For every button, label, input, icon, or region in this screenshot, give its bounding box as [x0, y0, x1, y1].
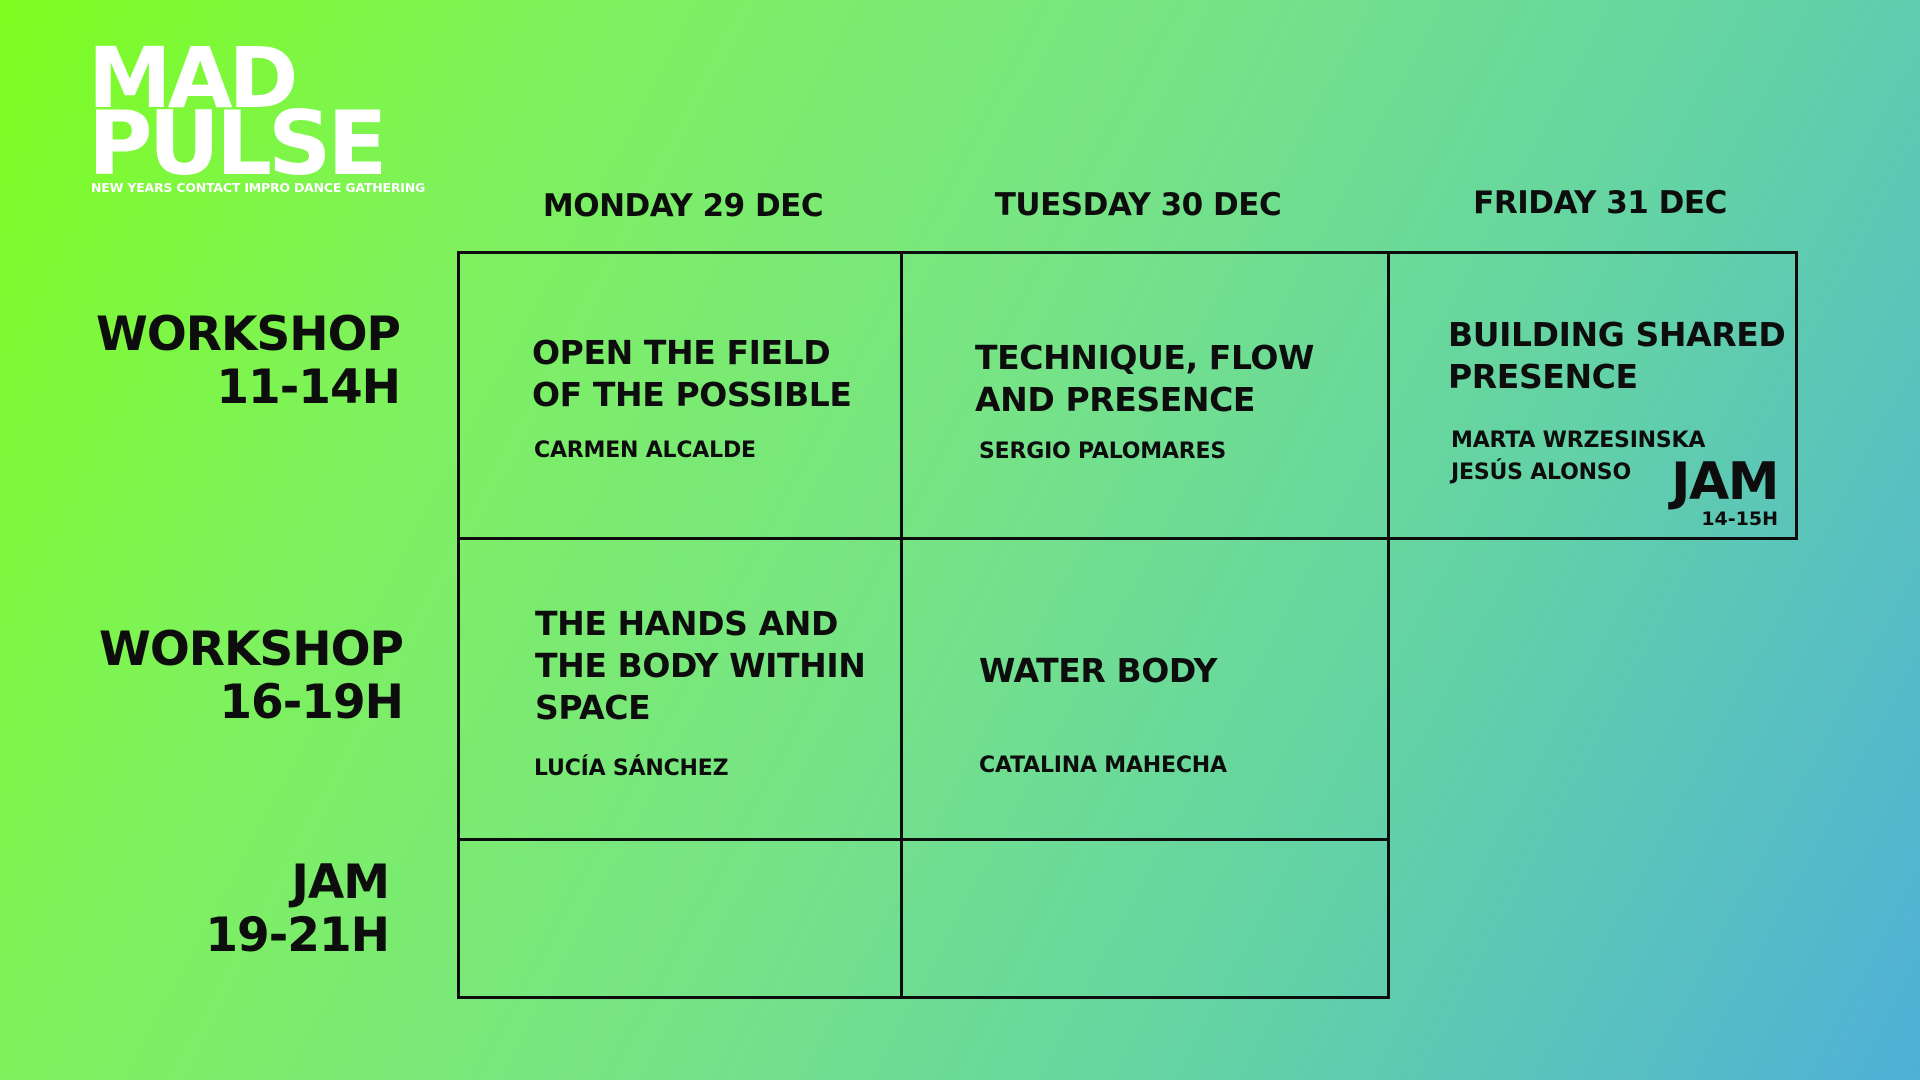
session-title: OPEN THE FIELD OF THE POSSIBLE — [532, 332, 852, 416]
session-title: BUILDING SHARED PRESENCE — [1448, 314, 1786, 398]
row-label-evening-type: JAM — [291, 855, 390, 910]
grid-line-col2 — [1387, 251, 1390, 999]
grid-line-col1 — [900, 251, 903, 999]
row-label-afternoon-type: WORKSHOP — [99, 622, 404, 677]
session-title-line: BUILDING SHARED — [1448, 315, 1786, 354]
day-header-tuesday: TUESDAY 30 DEC — [994, 187, 1282, 223]
jam-badge-label: JAM — [1671, 452, 1779, 512]
logo-word-pulse: PULSE — [88, 92, 388, 195]
logo-tagline: NEW YEARS CONTACT IMPRO DANCE GATHERING — [91, 180, 426, 195]
session-title-line: THE HANDS AND — [535, 604, 838, 643]
grid-line-bottom — [457, 996, 1390, 999]
session-facilitator: CARMEN ALCALDE — [534, 438, 756, 463]
session-facilitator: SERGIO PALOMARES — [979, 439, 1227, 464]
session-facilitator: MARTA WRZESINSKA — [1451, 428, 1706, 453]
row-label-morning-type: WORKSHOP — [96, 307, 401, 362]
row-label-morning-time: 11-14H — [216, 360, 401, 415]
session-title-line: AND PRESENCE — [975, 380, 1256, 419]
session-title-line: SPACE — [535, 688, 651, 727]
row-label-evening: JAM 19-21H — [205, 855, 390, 963]
grid-line-top — [457, 251, 1798, 254]
grid-line-middle — [457, 537, 1798, 540]
grid-line-lower — [457, 838, 1390, 841]
day-header-friday: FRIDAY 31 DEC — [1473, 185, 1727, 221]
session-title-line: THE BODY WITHIN — [535, 646, 866, 685]
row-label-evening-time: 19-21H — [205, 908, 390, 963]
jam-badge-time: 14-15H — [1701, 508, 1778, 530]
session-title-line: PRESENCE — [1448, 357, 1638, 396]
session-title-line: WATER BODY — [979, 651, 1217, 690]
session-facilitator: CATALINA MAHECHA — [979, 753, 1227, 778]
session-title-line: OF THE POSSIBLE — [532, 375, 852, 414]
grid-line-right — [1795, 251, 1798, 540]
day-header-monday: MONDAY 29 DEC — [542, 188, 824, 224]
session-title: THE HANDS AND THE BODY WITHIN SPACE — [535, 603, 866, 729]
row-label-afternoon-time: 16-19H — [219, 675, 404, 730]
session-title: WATER BODY — [979, 650, 1217, 692]
session-facilitator: LUCÍA SÁNCHEZ — [534, 756, 729, 781]
row-label-afternoon: WORKSHOP 16-19H — [99, 622, 404, 730]
row-label-morning: WORKSHOP 11-14H — [96, 307, 401, 415]
session-title-line: TECHNIQUE, FLOW — [975, 338, 1315, 377]
session-title-line: OPEN THE FIELD — [532, 333, 831, 372]
grid-line-left — [457, 251, 460, 999]
session-title: TECHNIQUE, FLOW AND PRESENCE — [975, 337, 1314, 421]
